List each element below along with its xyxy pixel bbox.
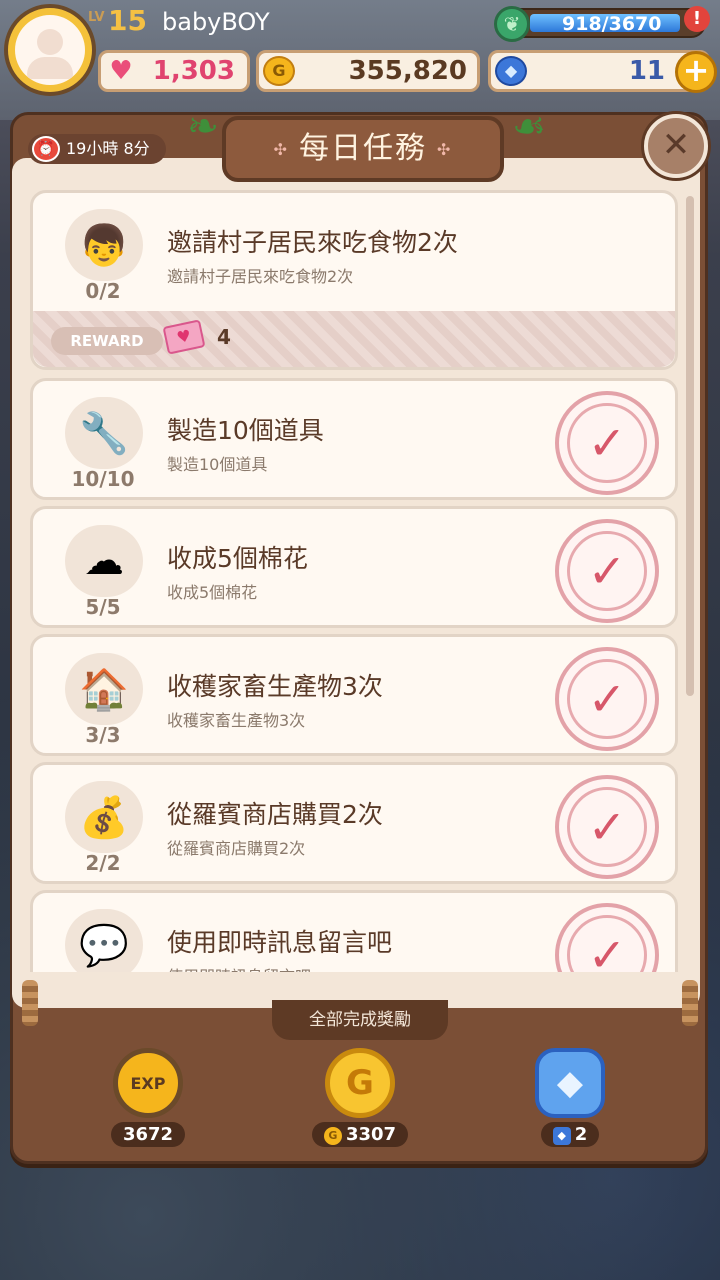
scrollbar[interactable] xyxy=(686,196,694,696)
quest-progress: 2/2 xyxy=(85,851,121,875)
alarm-clock-icon: ⏰ xyxy=(32,136,60,162)
cotton-icon: ☁ xyxy=(65,525,143,597)
rope-left xyxy=(22,980,38,1026)
ticket-icon: ♥ xyxy=(162,319,206,355)
all-complete-reward-title: 全部完成獎勵 xyxy=(272,1000,448,1040)
gem-icon: ◆ xyxy=(535,1048,605,1118)
quest-subtitle: 收穫家畜生產物3次 xyxy=(167,711,306,730)
exp-icon: EXP xyxy=(113,1048,183,1118)
check-icon: ✓ xyxy=(567,531,647,611)
quest-item[interactable]: 💰 2/2 從羅賓商店購買2次 從羅賓商店購買2次 ✓ xyxy=(30,762,678,884)
gem-reward-value: ◆ 2 xyxy=(540,1122,600,1147)
player-level: 15 xyxy=(108,4,147,37)
close-button[interactable]: ✕ xyxy=(644,114,708,178)
gold-value: 355,820 xyxy=(348,56,467,86)
energy-value: 918/3670 xyxy=(562,13,662,35)
gold-coin-icon: G xyxy=(263,56,295,86)
farm-building-icon: 🏠 xyxy=(65,653,143,725)
gold-counter[interactable]: G 355,820 xyxy=(256,50,480,92)
gold-reward-value: G 3307 xyxy=(311,1122,409,1147)
completed-stamp: ✓ xyxy=(555,647,659,751)
quest-title: 從羅賓商店購買2次 xyxy=(167,800,383,829)
quest-subtitle: 使用即時訊息留言吧 xyxy=(167,963,311,972)
gems-counter[interactable]: ◆ 11 + xyxy=(488,50,717,93)
quest-subtitle: 收成5個棉花 xyxy=(167,583,258,602)
player-name: babyBOY xyxy=(162,8,270,36)
quest-item[interactable]: 👦 0/2 邀請村子居民來吃食物2次 邀請村子居民來吃食物2次 REWARD ♥… xyxy=(30,190,678,370)
check-icon: ✓ xyxy=(567,915,647,972)
reward-strip: REWARD ♥ 4 xyxy=(33,311,675,367)
quest-subtitle: 製造10個道具 xyxy=(167,455,268,474)
reward-count: 4 xyxy=(217,325,231,349)
player-avatar[interactable] xyxy=(4,4,96,96)
mini-gem-icon: ◆ xyxy=(552,1127,571,1145)
gem-reward: ◆ ◆ 2 xyxy=(500,1048,640,1147)
quest-list[interactable]: 👦 0/2 邀請村子居民來吃食物2次 邀請村子居民來吃食物2次 REWARD ♥… xyxy=(30,190,680,972)
timer-badge: ⏰ 19小時 8分 xyxy=(28,134,166,164)
gold-reward: G G 3307 xyxy=(290,1048,430,1147)
ornament-icon: ✣ xyxy=(437,139,453,159)
level-label: LV xyxy=(88,10,105,25)
quest-progress: 3/3 xyxy=(85,723,121,747)
leaf-icon: ❦ xyxy=(494,6,530,42)
check-icon: ✓ xyxy=(567,659,647,739)
gem-icon: ◆ xyxy=(495,56,527,86)
quest-item[interactable]: ☁ 5/5 收成5個棉花 收成5個棉花 ✓ xyxy=(30,506,678,628)
gold-bag-icon: 💰 xyxy=(65,781,143,853)
quest-title: 收穫家畜生產物3次 xyxy=(167,672,383,701)
gems-value: 11 xyxy=(628,56,665,86)
quest-title: 收成5個棉花 xyxy=(167,544,308,573)
ornament-icon: ✣ xyxy=(273,139,289,159)
reward-label: REWARD xyxy=(51,327,163,355)
quest-progress: 5/5 xyxy=(85,595,121,619)
completed-stamp: ✓ xyxy=(555,519,659,623)
tools-icon: 🔧 xyxy=(65,397,143,469)
add-gems-button[interactable]: + xyxy=(675,51,717,93)
check-icon: ✓ xyxy=(567,403,647,483)
energy-bar[interactable]: ❦ 918/3670 ! xyxy=(494,6,710,42)
heart-icon: ♥ xyxy=(109,56,133,86)
quest-title: 邀請村子居民來吃食物2次 xyxy=(167,228,458,257)
chef-fork-icon: 👦 xyxy=(65,209,143,281)
panel-title-text: 每日任務 xyxy=(299,131,427,166)
hearts-value: 1,303 xyxy=(152,56,235,86)
avatar-face-icon xyxy=(15,15,85,85)
quest-title: 使用即時訊息留言吧 xyxy=(167,928,393,957)
mini-coin-icon: G xyxy=(323,1127,342,1145)
quest-item[interactable]: 🔧 10/10 製造10個道具 製造10個道具 ✓ xyxy=(30,378,678,500)
quest-item[interactable]: 🏠 3/3 收穫家畜生產物3次 收穫家畜生產物3次 ✓ xyxy=(30,634,678,756)
gold-coin-icon: G xyxy=(325,1048,395,1118)
quest-progress: 0/2 xyxy=(85,279,121,303)
completed-stamp: ✓ xyxy=(555,775,659,879)
panel-title: ✣ 每日任務 ✣ xyxy=(222,116,504,182)
rope-right xyxy=(682,980,698,1026)
completed-stamp: ✓ xyxy=(555,903,659,972)
chat-icon: 💬 xyxy=(65,909,143,972)
exp-reward: EXP 3672 xyxy=(78,1048,218,1147)
quest-subtitle: 邀請村子居民來吃食物2次 xyxy=(167,267,354,286)
exp-value: 3672 xyxy=(110,1122,186,1147)
check-icon: ✓ xyxy=(567,787,647,867)
alert-icon[interactable]: ! xyxy=(684,6,710,32)
wreath-left-icon: ❧ xyxy=(187,104,219,148)
hearts-counter[interactable]: ♥ 1,303 xyxy=(98,50,250,92)
quest-item[interactable]: 💬 使用即時訊息留言吧 使用即時訊息留言吧 ✓ xyxy=(30,890,678,972)
timer-text: 19小時 8分 xyxy=(66,139,150,158)
quest-title: 製造10個道具 xyxy=(167,416,324,445)
wreath-right-icon: ☙ xyxy=(511,104,547,148)
quest-progress: 10/10 xyxy=(71,467,135,491)
quest-subtitle: 從羅賓商店購買2次 xyxy=(167,839,306,858)
completed-stamp: ✓ xyxy=(555,391,659,495)
